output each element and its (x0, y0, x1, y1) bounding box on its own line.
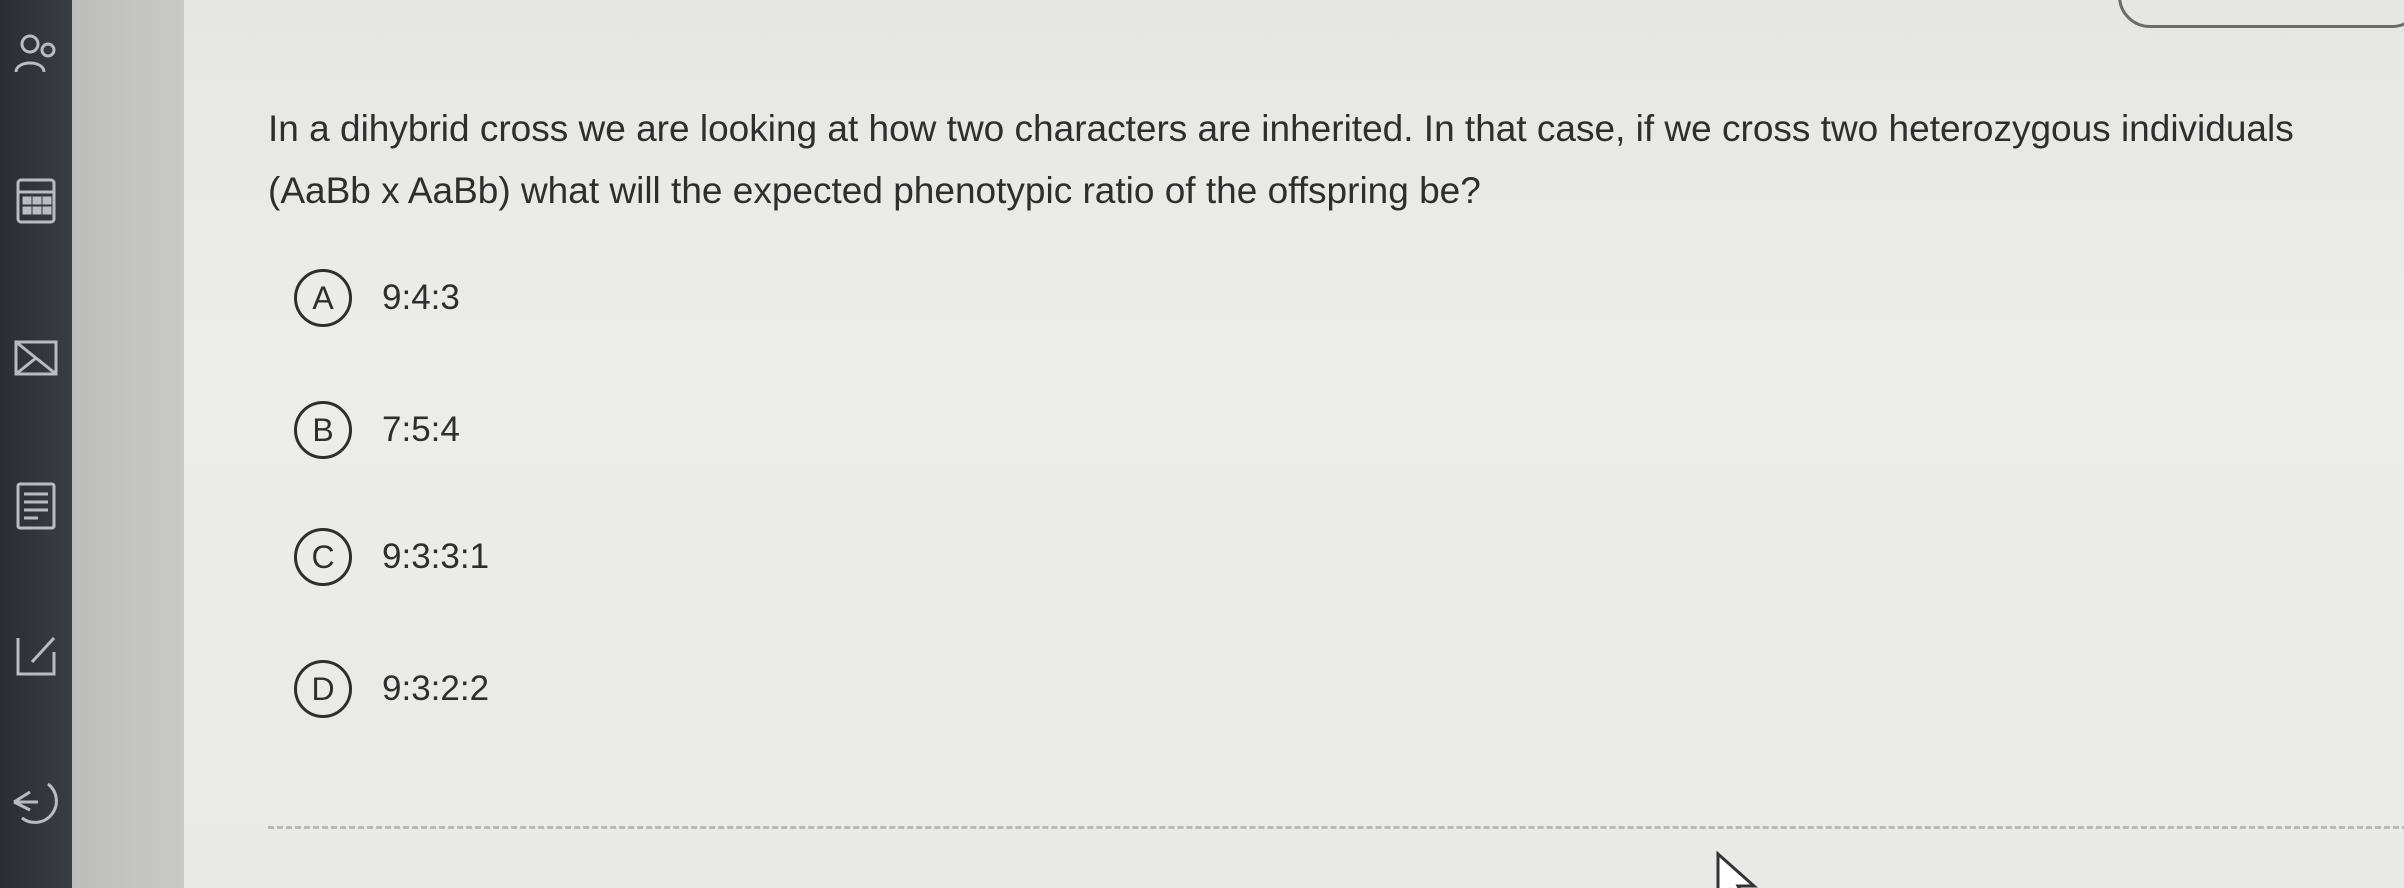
option-d[interactable]: D 9:3:2:2 (294, 657, 489, 721)
top-button[interactable] (2118, 0, 2404, 28)
back-icon[interactable] (8, 774, 64, 830)
option-letter-a[interactable]: A (294, 269, 352, 327)
calculator-icon[interactable] (8, 172, 64, 228)
option-b[interactable]: B 7:5:4 (294, 398, 460, 462)
question-panel: In a dihybrid cross we are looking at ho… (184, 0, 2404, 888)
mouse-cursor-icon (1716, 850, 1758, 888)
divider (268, 826, 2404, 829)
option-a[interactable]: A 9:4:3 (294, 266, 460, 330)
people-icon[interactable] (8, 28, 64, 84)
option-letter-d[interactable]: D (294, 660, 352, 718)
gutter (72, 0, 184, 888)
screen: In a dihybrid cross we are looking at ho… (0, 0, 2404, 888)
option-letter-c[interactable]: C (294, 528, 352, 586)
option-text-b: 7:5:4 (382, 410, 460, 449)
option-letter-b[interactable]: B (294, 401, 352, 459)
option-text-c: 9:3:3:1 (382, 537, 490, 576)
option-text-d: 9:3:2:2 (382, 669, 490, 708)
edit-icon[interactable] (8, 628, 64, 684)
flag-icon[interactable] (8, 330, 64, 386)
tool-rail (0, 0, 72, 888)
notes-icon[interactable] (8, 478, 64, 534)
option-c[interactable]: C 9:3:3:1 (294, 525, 489, 589)
question-text: In a dihybrid cross we are looking at ho… (268, 108, 2294, 211)
option-text-a: 9:4:3 (382, 278, 460, 317)
